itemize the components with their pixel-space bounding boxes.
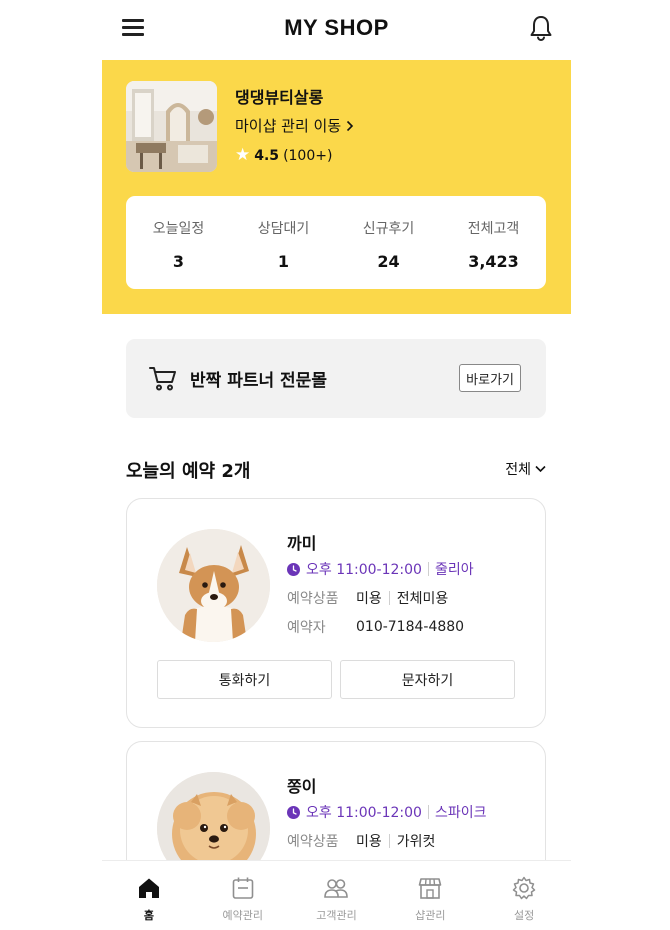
- nav-label: 샵관리: [415, 909, 446, 922]
- partner-mall-banner[interactable]: 반짝 파트너 전문몰 바로가기: [126, 339, 546, 418]
- page-title: MY SHOP: [284, 15, 389, 40]
- staff-name: 줄리아: [434, 562, 474, 578]
- reservations-heading: 오늘의 예약 2개: [126, 461, 251, 482]
- bottom-nav: 홈 예약관리 고객관리 샵관리 설정: [102, 860, 571, 930]
- reservation-time-row: 오후 11:00-12:00 줄리아: [287, 559, 474, 579]
- stat-new-reviews[interactable]: 신규후기 24: [336, 196, 441, 289]
- home-icon: [138, 878, 159, 898]
- stats-card: 오늘일정 3 상담대기 1 신규후기 24 전체고객 3,423: [126, 196, 546, 289]
- nav-customers[interactable]: 고객관리: [290, 861, 384, 930]
- booker-label: 예약자: [287, 620, 326, 636]
- rating-value: 4.5: [254, 147, 280, 164]
- call-button[interactable]: 통화하기: [157, 660, 332, 699]
- product-row: 예약상품 미용 가위컷: [287, 831, 435, 851]
- stat-label: 전체고객: [467, 221, 520, 237]
- users-icon: [324, 879, 349, 898]
- staff-name: 스파이크: [434, 805, 487, 821]
- star-icon: ★: [235, 145, 251, 165]
- reservation-time: 오후 11:00-12:00: [306, 562, 422, 578]
- filter-label: 전체: [505, 462, 531, 478]
- pet-name: 쫑이: [287, 777, 317, 796]
- chevron-right-icon: [347, 120, 354, 131]
- divider: [427, 562, 429, 576]
- product-type: 미용: [356, 591, 382, 607]
- calendar-icon: [232, 877, 253, 899]
- nav-label: 예약관리: [222, 909, 263, 922]
- store-icon: [418, 878, 442, 899]
- partner-mall-title: 반짝 파트너 전문몰: [190, 371, 327, 391]
- store-rating: ★ 4.5 (100+): [235, 147, 332, 164]
- product-name: 가위컷: [396, 834, 436, 850]
- stat-value: 3,423: [468, 252, 519, 271]
- nav-shop[interactable]: 샵관리: [383, 861, 477, 930]
- stat-consult-waiting[interactable]: 상담대기 1: [231, 196, 336, 289]
- reservation-time: 오후 11:00-12:00: [306, 805, 422, 821]
- stat-label: 신규후기: [362, 221, 415, 237]
- stat-value: 24: [377, 252, 400, 271]
- chevron-down-icon: [535, 465, 546, 473]
- divider: [388, 834, 390, 848]
- app-screen: MY SHOP 댕댕뷰티살롱 마이샵 관리 이동 ★ 4.5 (100+) 오늘…: [102, 0, 571, 930]
- product-label: 예약상품: [287, 834, 339, 850]
- clock-icon: [287, 805, 300, 819]
- shop-manage-link[interactable]: 마이샵 관리 이동: [235, 115, 355, 136]
- nav-label: 고객관리: [316, 909, 357, 922]
- store-photo: [126, 81, 217, 172]
- review-count: (100+): [283, 147, 333, 164]
- stat-today-schedule[interactable]: 오늘일정 3: [126, 196, 231, 289]
- nav-reservations[interactable]: 예약관리: [196, 861, 290, 930]
- stat-value: 1: [277, 252, 290, 271]
- product-row: 예약상품 미용 전체미용: [287, 588, 448, 608]
- shop-manage-link-label: 마이샵 관리 이동: [235, 117, 342, 135]
- nav-home[interactable]: 홈: [102, 861, 196, 930]
- stat-label: 오늘일정: [152, 221, 205, 237]
- product-type: 미용: [356, 834, 382, 850]
- booker-phone: 010-7184-4880: [356, 619, 465, 635]
- cart-icon: [149, 367, 176, 391]
- reservation-card[interactable]: 까미 오후 11:00-12:00 줄리아 예약상품 미용 전체미용 예약자 0…: [126, 498, 546, 728]
- reservation-filter-dropdown[interactable]: 전체: [505, 459, 546, 479]
- gear-icon: [512, 876, 536, 900]
- go-partner-button[interactable]: 바로가기: [459, 364, 521, 392]
- clock-icon: [287, 562, 300, 576]
- store-name: 댕댕뷰티살롱: [235, 88, 324, 107]
- divider: [388, 591, 390, 605]
- bell-icon[interactable]: [525, 12, 557, 44]
- store-summary-panel: 댕댕뷰티살롱 마이샵 관리 이동 ★ 4.5 (100+) 오늘일정 3 상담대…: [102, 60, 571, 314]
- nav-settings[interactable]: 설정: [477, 861, 571, 930]
- booker-row: 예약자 010-7184-4880: [287, 617, 464, 637]
- product-name: 전체미용: [396, 591, 449, 607]
- product-label: 예약상품: [287, 591, 339, 607]
- top-header: MY SHOP: [102, 0, 571, 60]
- nav-label: 홈: [143, 909, 154, 922]
- stat-total-customers[interactable]: 전체고객 3,423: [441, 196, 546, 289]
- stat-value: 3: [172, 252, 185, 271]
- reservation-time-row: 오후 11:00-12:00 스파이크: [287, 802, 487, 822]
- pet-name: 까미: [287, 534, 317, 553]
- divider: [427, 805, 429, 819]
- stat-label: 상담대기: [257, 221, 310, 237]
- pet-photo: [157, 529, 270, 642]
- nav-label: 설정: [513, 909, 535, 922]
- sms-button[interactable]: 문자하기: [340, 660, 515, 699]
